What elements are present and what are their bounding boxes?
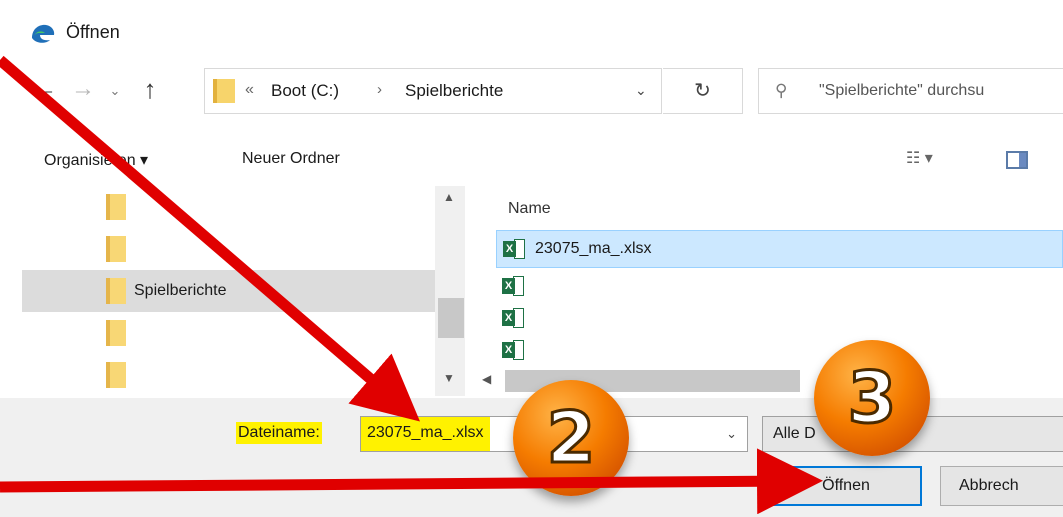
file-row[interactable]: X [496,332,1063,370]
organize-menu[interactable]: Organisieren ▾ [44,150,148,170]
address-bar[interactable]: « Boot (C:) › Spielberichte ⌄ [204,68,662,114]
filename-label: Dateiname: [236,422,322,444]
new-folder-button[interactable]: Neuer Ordner [242,150,340,168]
scroll-up-icon[interactable]: ▲ [443,190,455,204]
scroll-down-icon[interactable]: ▼ [443,371,455,385]
folder-icon [213,79,235,103]
path-overflow-icon[interactable]: « [245,81,254,99]
open-button[interactable]: Öffnen [770,466,922,506]
step-3-badge: 3 [814,340,930,456]
folder-icon [106,320,126,346]
step-3-number: 3 [846,356,898,441]
excel-file-icon: X [502,276,524,296]
tree-item-label: Spielberichte [134,282,227,299]
title-bar: Öffnen [0,0,1063,60]
filename-dropdown-icon[interactable]: ⌄ [726,426,737,442]
breadcrumb-separator-icon[interactable]: › [377,81,382,98]
tree-item[interactable] [22,228,437,270]
file-type-value: Alle D [773,425,816,442]
excel-file-icon: X [503,239,525,259]
tree-item[interactable] [22,312,437,354]
back-arrow-icon[interactable]: ← [32,74,58,104]
folder-icon [106,362,126,388]
address-dropdown-icon[interactable]: ⌄ [635,82,647,99]
folder-icon [106,278,126,304]
navigation-bar: ← → ⌄ ↑ « Boot (C:) › Spielberichte ⌄ ↻ … [0,62,1063,118]
breadcrumb-drive[interactable]: Boot (C:) [271,81,339,101]
refresh-icon: ↻ [694,80,711,102]
window-title: Öffnen [66,22,120,42]
filename-value[interactable]: 23075_ma_.xlsx [361,417,490,451]
file-list: Name X 23075_ma_.xlsx X X X [470,186,1063,396]
cancel-button[interactable]: Abbrech [940,466,1063,506]
folder-icon [106,236,126,262]
nav-pane-scrollbar[interactable]: ▲ ▼ [435,186,465,396]
excel-file-icon: X [502,308,524,328]
tree-item[interactable] [22,354,437,396]
tree-item-spielberichte[interactable]: Spielberichte [22,270,437,312]
file-open-dialog: Öffnen ← → ⌄ ↑ « Boot (C:) › Spielberich… [0,0,1063,517]
search-box[interactable]: ⚲ "Spielberichte" durchsu [758,68,1063,114]
view-options-icon[interactable]: ☷ ▾ [906,148,933,168]
up-arrow-icon[interactable]: ↑ [137,74,163,104]
scrollbar-thumb[interactable] [438,298,464,338]
step-2-badge: 2 [513,380,629,496]
column-header-name[interactable]: Name [508,200,551,218]
search-icon: ⚲ [775,81,788,100]
file-row[interactable]: X 23075_ma_.xlsx [496,230,1063,268]
navigation-pane: Spielberichte [22,186,467,396]
search-placeholder: "Spielberichte" durchsu [819,82,985,99]
preview-pane-icon[interactable] [1006,151,1028,169]
command-bar: Organisieren ▾ Neuer Ordner ☷ ▾ [0,136,1063,182]
step-2-number: 2 [545,396,597,481]
file-name: 23075_ma_.xlsx [535,240,652,257]
forward-arrow-icon[interactable]: → [70,74,96,104]
recent-locations-chevron-icon[interactable]: ⌄ [102,76,128,106]
tree-item[interactable] [22,186,437,228]
folder-icon [106,194,126,220]
excel-file-icon: X [502,340,524,360]
refresh-button[interactable]: ↻ [663,68,743,114]
edge-app-icon [32,24,55,43]
breadcrumb-folder[interactable]: Spielberichte [405,81,503,101]
scroll-left-icon[interactable]: ◀ [482,372,491,386]
